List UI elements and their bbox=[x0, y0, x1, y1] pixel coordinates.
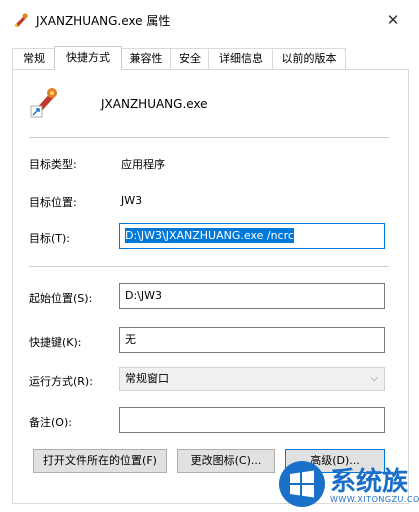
run-label: 运行方式(R): bbox=[29, 375, 93, 388]
target-field-text: D:\JW3\JXANZHUANG.exe /ncrc bbox=[125, 228, 294, 243]
tab-compatibility[interactable]: 兼容性 bbox=[120, 48, 172, 69]
tab-details[interactable]: 详细信息 bbox=[208, 48, 274, 69]
target-location-label: 目标位置: bbox=[29, 196, 77, 209]
app-icon bbox=[12, 11, 30, 29]
target-type-label: 目标类型: bbox=[29, 158, 77, 171]
separator bbox=[29, 137, 389, 138]
shortcut-panel: JXANZHUANG.exe 目标类型: 应用程序 目标位置: JW3 目标(T… bbox=[12, 69, 409, 504]
start-in-field[interactable]: D:\JW3 bbox=[119, 283, 385, 309]
target-field[interactable]: D:\JW3\JXANZHUANG.exe /ncrc bbox=[119, 223, 385, 249]
target-label: 目标(T): bbox=[29, 232, 71, 245]
shortcut-file-icon bbox=[29, 84, 63, 118]
run-mode-select[interactable]: 常规窗口 ⌵ bbox=[119, 367, 385, 391]
watermark-url: WWW.XITONGZU.COM bbox=[330, 495, 419, 504]
watermark-text: 系统族 bbox=[330, 467, 409, 497]
tab-strip: 常规 快捷方式 兼容性 安全 详细信息 以前的版本 bbox=[12, 46, 412, 70]
close-button[interactable]: ✕ bbox=[381, 8, 405, 32]
target-location-value: JW3 bbox=[121, 194, 143, 207]
tab-general[interactable]: 常规 bbox=[12, 48, 56, 69]
tab-shortcut[interactable]: 快捷方式 bbox=[54, 46, 122, 70]
separator bbox=[29, 266, 389, 267]
chevron-down-icon: ⌵ bbox=[370, 373, 378, 384]
hotkey-label: 快捷键(K): bbox=[29, 336, 82, 349]
comment-field[interactable] bbox=[119, 407, 385, 433]
windows-logo-icon bbox=[278, 460, 326, 508]
start-in-label: 起始位置(S): bbox=[29, 292, 93, 305]
window-title: JXANZHUANG.exe 属性 bbox=[36, 14, 171, 28]
hotkey-field[interactable]: 无 bbox=[119, 327, 385, 353]
title-bar: JXANZHUANG.exe 属性 ✕ bbox=[0, 0, 419, 40]
open-file-location-button[interactable]: 打开文件所在的位置(F) bbox=[33, 449, 167, 473]
file-name: JXANZHUANG.exe bbox=[101, 97, 208, 111]
run-mode-value: 常规窗口 bbox=[125, 372, 169, 385]
tab-security[interactable]: 安全 bbox=[170, 48, 210, 69]
change-icon-button[interactable]: 更改图标(C)... bbox=[177, 449, 275, 473]
target-type-value: 应用程序 bbox=[121, 158, 165, 171]
watermark: 系统族 WWW.XITONGZU.COM bbox=[270, 455, 419, 512]
tab-previous-versions[interactable]: 以前的版本 bbox=[272, 48, 346, 69]
comment-label: 备注(O): bbox=[29, 416, 72, 429]
